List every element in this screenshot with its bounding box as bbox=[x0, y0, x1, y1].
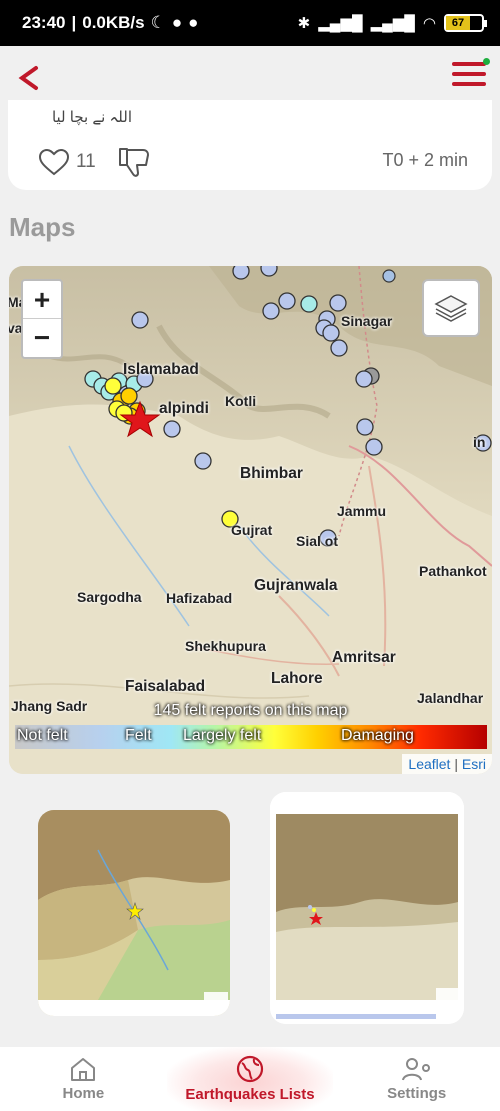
legend-damaging: Damaging bbox=[341, 727, 414, 744]
signal-icon: ▂▄▆█ bbox=[318, 15, 363, 32]
place-label: in bbox=[473, 434, 486, 450]
messenger-icon: ● bbox=[171, 13, 183, 32]
place-label-rawalpindi: alpindi bbox=[159, 400, 209, 417]
heart-icon bbox=[38, 148, 70, 176]
battery-icon: 67 bbox=[444, 14, 487, 32]
thumbs-down-icon bbox=[119, 148, 149, 177]
nav-settings-label: Settings bbox=[387, 1085, 447, 1102]
bluetooth-icon: ✱ bbox=[297, 15, 311, 32]
layers-icon bbox=[434, 295, 468, 322]
place-label-faisalabad: Faisalabad bbox=[125, 678, 206, 695]
user-settings-icon bbox=[401, 1058, 430, 1081]
timestamp: T0 + 2 min bbox=[382, 150, 468, 170]
legend-largely-felt: Largely felt bbox=[183, 727, 262, 744]
place-label-sargodha: Sargodha bbox=[77, 589, 142, 605]
wifi-icon: ◠ bbox=[422, 15, 436, 32]
place-label-hafizabad: Hafizabad bbox=[166, 590, 233, 606]
place-label-bhimbar: Bhimbar bbox=[240, 465, 303, 482]
place-label-islamabad: Islamabad bbox=[123, 361, 199, 378]
place-label-kotli: Kotli bbox=[225, 393, 257, 409]
map-thumbnails bbox=[0, 790, 500, 1030]
bottom-navigation: Home Earthquakes Lists Settings bbox=[0, 1047, 500, 1111]
nav-home[interactable]: Home bbox=[0, 1047, 167, 1111]
place-label-gujrat: Gujrat bbox=[231, 522, 273, 538]
dislike-button[interactable] bbox=[116, 146, 152, 185]
notification-dot bbox=[483, 58, 490, 65]
felt-reports-map[interactable]: Ma va Islamabad alpindi Kotli Bhimbar Gu… bbox=[9, 266, 492, 774]
place-label-shekhupura: Shekhupura bbox=[185, 638, 266, 654]
testimony-card: اللہ نے بچا لیا 11 T0 + 2 min bbox=[8, 100, 492, 190]
leaflet-link[interactable]: Leaflet bbox=[408, 756, 450, 772]
felt-reports-caption: 145 felt reports on this map bbox=[153, 702, 348, 719]
like-count: 11 bbox=[76, 151, 96, 172]
globe-icon bbox=[236, 1055, 264, 1083]
signal-icon-2: ▂▄▆█ bbox=[370, 15, 415, 32]
back-icon[interactable] bbox=[14, 60, 48, 96]
legend-felt: Felt bbox=[125, 727, 152, 744]
nav-settings[interactable]: Settings bbox=[333, 1047, 500, 1111]
legend-not-felt: Not felt bbox=[17, 727, 68, 744]
map-thumbnail-felt-reports[interactable] bbox=[270, 792, 464, 1024]
battery-level: 67 bbox=[446, 16, 471, 30]
felt-reports-map-image bbox=[270, 792, 464, 1024]
layers-button[interactable] bbox=[422, 279, 480, 337]
map-attribution: Leaflet | Esri bbox=[402, 754, 492, 774]
map-thumbnail-epicenter[interactable] bbox=[38, 810, 230, 1016]
place-label-pathankot: Pathankot bbox=[419, 563, 487, 579]
zoom-out-button[interactable]: − bbox=[23, 319, 61, 357]
zoom-control: + − bbox=[21, 279, 63, 359]
section-title-maps: Maps bbox=[9, 212, 76, 242]
place-label-jammu: Jammu bbox=[337, 503, 387, 519]
zoom-in-button[interactable]: + bbox=[23, 281, 61, 319]
place-label-sialkot: Sial ot bbox=[296, 533, 339, 549]
place-label-srinagar: Sinagar bbox=[341, 313, 393, 329]
facebook-icon: ● bbox=[188, 13, 199, 32]
testimony-text: اللہ نے بچا لیا bbox=[51, 109, 132, 126]
esri-link[interactable]: Esri bbox=[462, 756, 486, 772]
moon-icon: ☾ bbox=[150, 13, 166, 32]
nav-earthquakes-label: Earthquakes Lists bbox=[185, 1086, 315, 1103]
nav-earthquakes-lists[interactable]: Earthquakes Lists bbox=[166, 1047, 334, 1111]
epicenter-map-image bbox=[38, 810, 230, 1016]
clock: 23:40 bbox=[22, 13, 66, 32]
home-icon bbox=[71, 1058, 96, 1081]
place-label-amritsar: Amritsar bbox=[332, 649, 396, 666]
menu-button[interactable] bbox=[452, 62, 486, 92]
network-speed: 0.0KB/s bbox=[82, 13, 145, 32]
like-button[interactable]: 11 bbox=[38, 148, 96, 176]
place-label-lahore: Lahore bbox=[271, 670, 323, 687]
nav-home-label: Home bbox=[62, 1085, 105, 1102]
place-label-gujranwala: Gujranwala bbox=[254, 577, 338, 594]
status-bar: 23:40 | 0.0KB/s ☾ ● ● ✱ ▂▄▆█ ▂▄▆█ ◠ 67 bbox=[0, 0, 500, 46]
intensity-legend: Not felt Felt Largely felt Damaging bbox=[15, 725, 487, 749]
